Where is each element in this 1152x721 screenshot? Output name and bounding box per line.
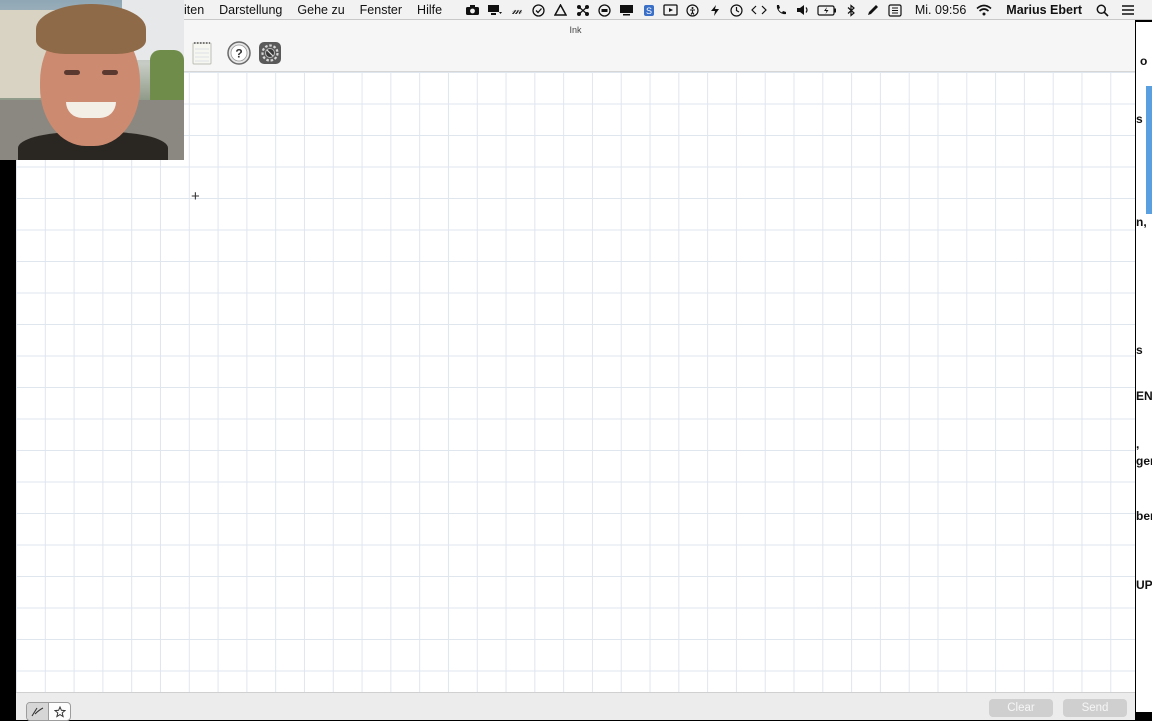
phone-icon[interactable]: [773, 3, 789, 17]
time-machine-icon[interactable]: [729, 3, 745, 17]
webcam-person-eye: [102, 70, 118, 75]
svg-text:?: ?: [235, 47, 242, 61]
input-source-icon[interactable]: [887, 3, 903, 17]
app-menus: iten Darstellung Gehe zu Fenster Hilfe: [184, 0, 457, 20]
ink-handwriting-icon[interactable]: 𝓂: [509, 3, 525, 17]
webcam-person-hair: [36, 4, 146, 54]
webcam-overlay: [0, 0, 184, 160]
menu-bearbeiten[interactable]: iten: [184, 3, 204, 17]
battery-icon[interactable]: [817, 3, 837, 17]
input-mode-segmented-control: [26, 702, 71, 721]
checkmark-circle-icon[interactable]: [531, 3, 547, 17]
background-text-fragment: s: [1136, 343, 1143, 357]
bluetooth-icon[interactable]: [843, 3, 859, 17]
menu-darstellung[interactable]: Darstellung: [219, 3, 282, 17]
window-bottom-bar: Clear Send: [16, 692, 1135, 721]
menu-gehe-zu[interactable]: Gehe zu: [297, 3, 344, 17]
gear-icon[interactable]: [257, 41, 283, 65]
star-icon[interactable]: [49, 703, 70, 720]
screen-record-icon[interactable]: [663, 3, 679, 17]
accessibility-icon[interactable]: [685, 3, 701, 17]
background-text-fragment: n,: [1136, 215, 1147, 229]
background-text-fragment: ben: [1136, 509, 1152, 523]
sync-circle-icon[interactable]: [597, 3, 613, 17]
crosshair-cursor-icon: +: [191, 188, 200, 205]
wifi-icon[interactable]: [976, 3, 992, 17]
user-account-name[interactable]: Marius Ebert: [1006, 3, 1082, 17]
background-text-fragment: o: [1140, 54, 1148, 68]
menu-fenster[interactable]: Fenster: [360, 3, 402, 17]
svg-text:S: S: [646, 6, 652, 16]
handwriting-mode-icon[interactable]: [27, 703, 49, 720]
background-text-fragment: ,: [1136, 437, 1140, 451]
network-link-icon[interactable]: [575, 3, 591, 17]
background-scroll-indicator: [1146, 86, 1152, 214]
background-text-fragment: UP: [1136, 578, 1152, 592]
camera-icon[interactable]: [465, 3, 481, 17]
status-area: 𝓂 S Mi. 09:56 Marius Ebert: [459, 0, 1136, 20]
clear-button[interactable]: Clear: [989, 699, 1053, 717]
ink-drawing-canvas[interactable]: +: [16, 72, 1135, 692]
webcam-person-eye: [64, 70, 80, 75]
monitor-icon[interactable]: [619, 3, 635, 17]
pen-icon[interactable]: [865, 3, 881, 17]
volume-icon[interactable]: [795, 3, 811, 17]
send-button[interactable]: Send: [1063, 699, 1127, 717]
app-badge-icon[interactable]: S: [641, 3, 657, 17]
menu-bar-clock[interactable]: Mi. 09:56: [915, 3, 966, 17]
notepad-icon[interactable]: [191, 41, 213, 65]
code-brackets-icon[interactable]: [751, 3, 767, 17]
background-text-fragment: ger: [1136, 454, 1152, 468]
help-icon[interactable]: ?: [226, 41, 252, 65]
background-text-fragment: s: [1136, 112, 1143, 126]
background-text-fragment: EN: [1136, 389, 1152, 403]
menu-hilfe[interactable]: Hilfe: [417, 3, 442, 17]
notification-center-icon[interactable]: [1120, 3, 1136, 17]
search-icon[interactable]: [1094, 3, 1110, 17]
display-dropdown-icon[interactable]: [487, 3, 503, 17]
drive-triangle-icon[interactable]: [553, 3, 569, 17]
lightning-icon[interactable]: [707, 3, 723, 17]
